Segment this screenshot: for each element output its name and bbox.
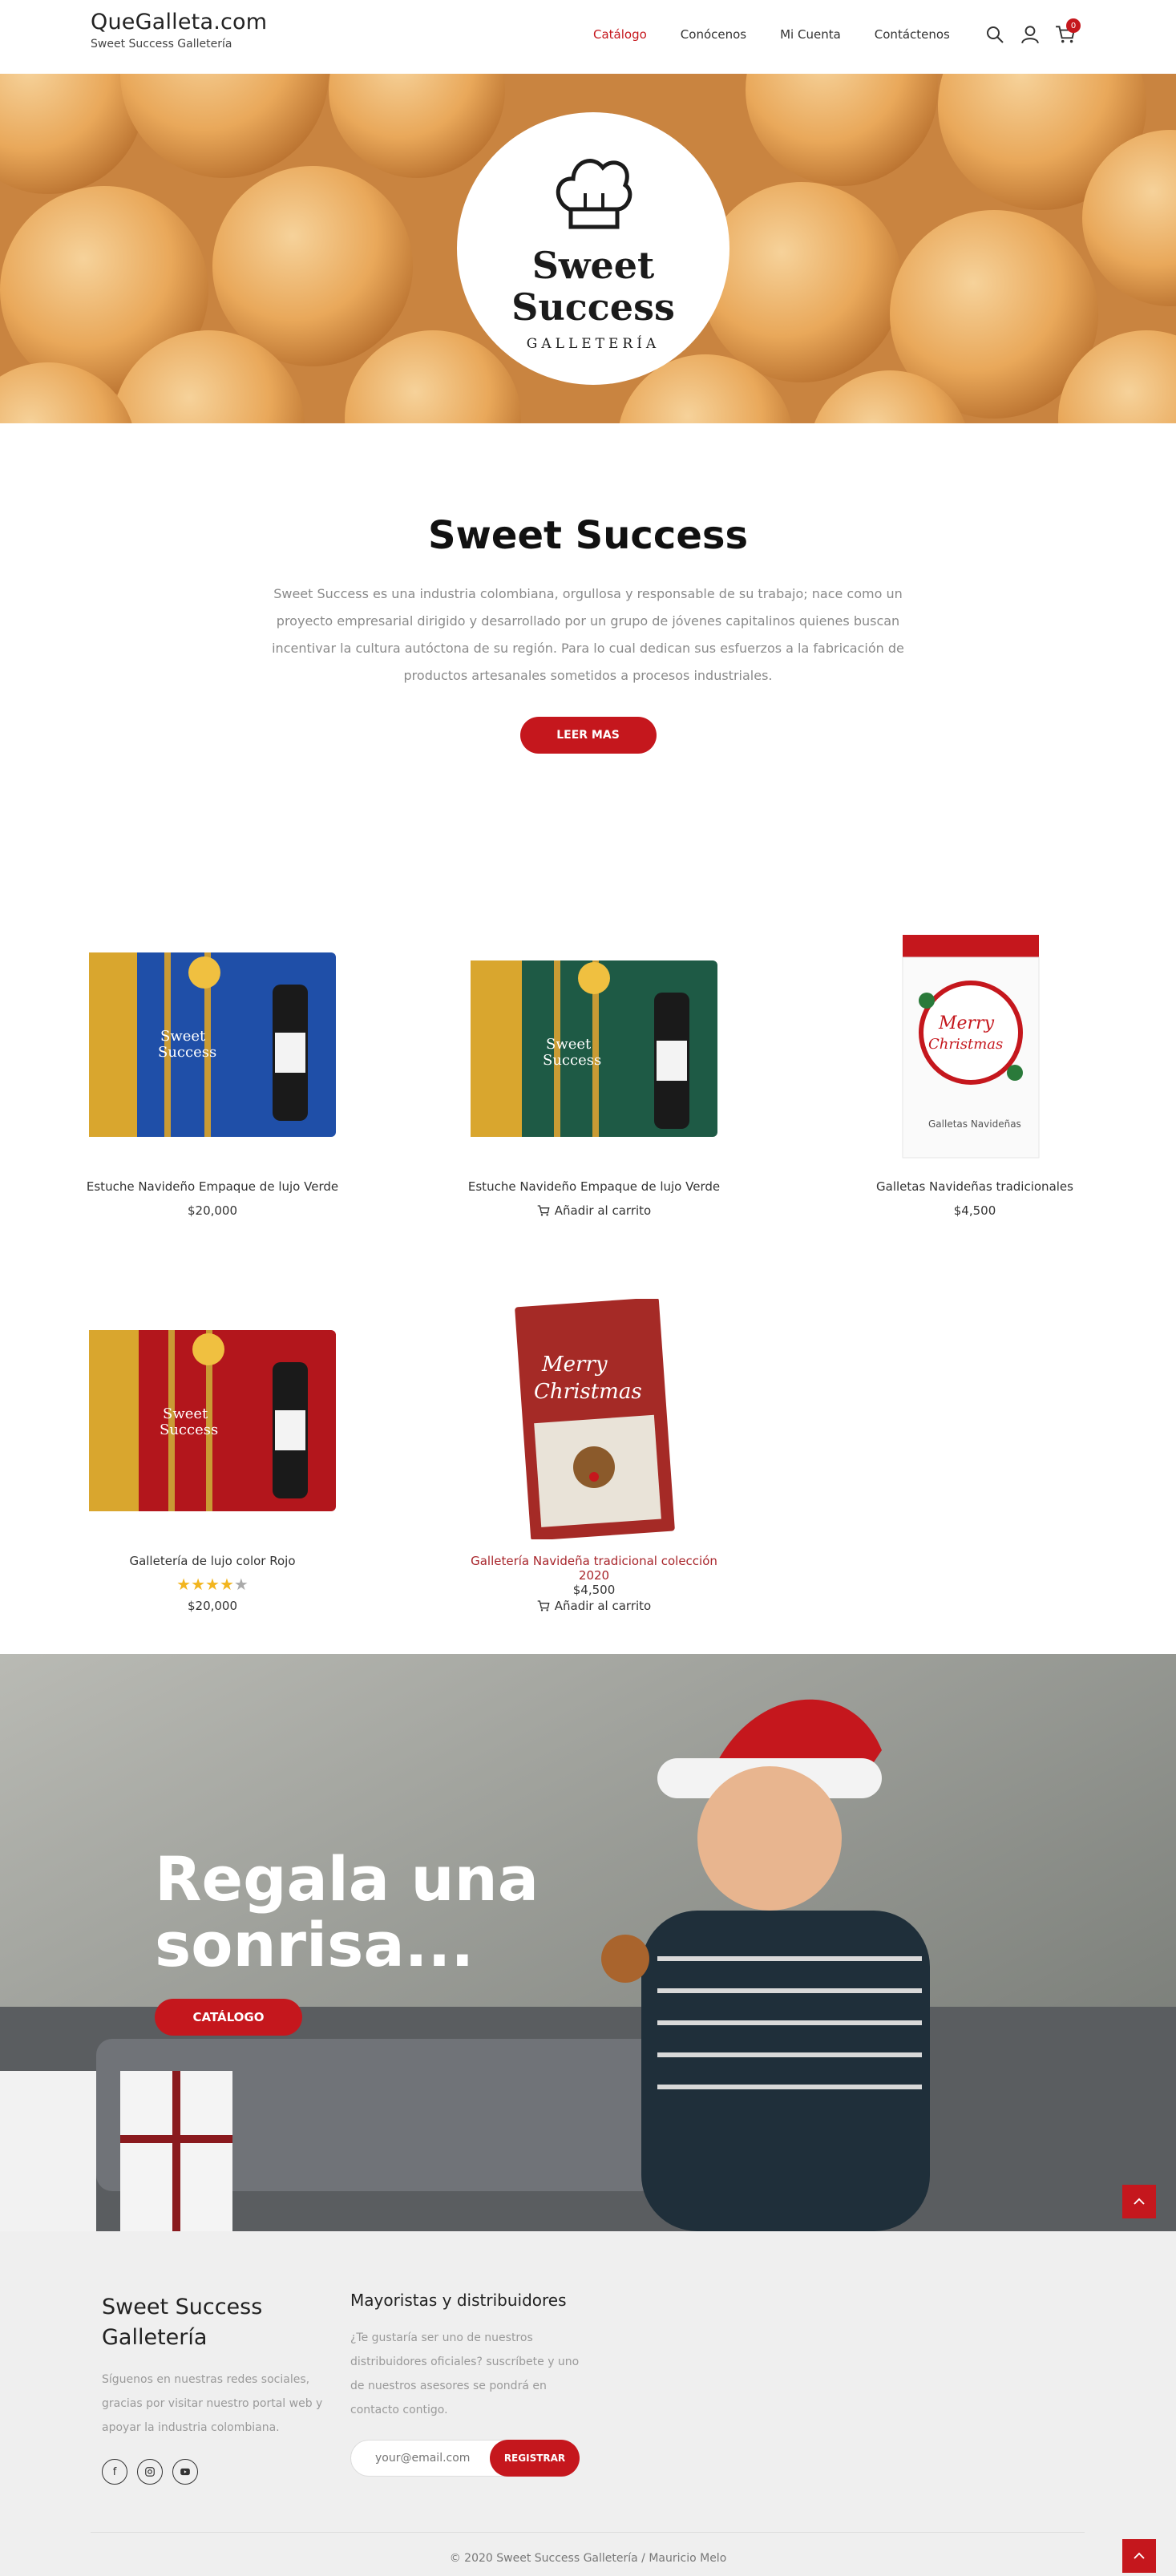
social-links: f [102,2459,334,2485]
product-card[interactable]: Merry Christmas Galletas Navideñas Galle… [843,924,1107,1218]
register-button[interactable]: REGISTRAR [490,2440,580,2477]
svg-text:Merry: Merry [938,1013,995,1033]
cart-count-badge: 0 [1066,18,1081,33]
nav-item-conocenos[interactable]: Conócenos [681,27,746,42]
banner-title-line2: sonrisa... [155,1909,475,1980]
product-name[interactable]: Estuche Navideño Empaque de lujo Verde [80,1179,345,1194]
add-to-cart-label[interactable]: Añadir al carrito [555,1203,651,1218]
scroll-to-top-button[interactable] [1122,2185,1156,2218]
about-section: Sweet Success Sweet Success es una indus… [0,423,1176,754]
product-price: $4,500 [953,1203,996,1218]
logo-text-sweet: Sweet [531,244,655,287]
nav-item-contactenos[interactable]: Contáctenos [875,27,950,42]
brand-logo: Sweet Success GALLETERÍA [457,112,729,385]
product-price: $20,000 [187,1203,238,1218]
banner-title: Regala una sonrisa... [155,1846,539,1978]
copyright-text: © 2020 Sweet Success Galletería / Mauric… [449,2552,727,2565]
chef-hat-icon [556,159,632,229]
product-image[interactable]: Merry Christmas [462,1299,726,1539]
footer-wholesale-title: Mayoristas y distribuidores [350,2291,567,2310]
site-footer: Sweet Success Galletería Síguenos en nue… [0,2231,1176,2576]
brand-title[interactable]: QueGalleta.com [91,10,267,34]
product-name[interactable]: Galletería de lujo color Rojo [80,1554,345,1568]
product-card[interactable]: Merry Christmas Galletería Navideña trad… [462,1299,726,1616]
read-more-button[interactable]: LEER MAS [519,717,657,754]
rating-stars: ★★★★★ [176,1575,249,1594]
add-to-cart-link[interactable]: Añadir al carrito [537,1203,651,1218]
nav-item-mi-cuenta[interactable]: Mi Cuenta [780,27,841,42]
product-name[interactable]: Galletería Navideña tradicional colecció… [462,1554,726,1583]
product-name[interactable]: Galletas Navideñas tradicionales [843,1179,1107,1194]
svg-text:Success: Success [158,1044,216,1061]
product-image[interactable]: Sweet Success [462,924,726,1165]
footer-about-text: Síguenos en nuestras redes sociales, gra… [102,2373,323,2434]
about-title: Sweet Success [427,513,749,558]
brand[interactable]: QueGalleta.com Sweet Success Galletería [91,10,267,51]
svg-text:Sweet: Sweet [546,1036,592,1053]
scroll-to-top-button[interactable] [1122,2539,1156,2573]
product-image[interactable]: Merry Christmas Galletas Navideñas [843,924,1107,1165]
chevron-up-icon [1134,2552,1145,2559]
svg-text:Success: Success [160,1421,218,1438]
product-card[interactable]: Sweet Success Estuche Navideño Empaque d… [462,924,726,1220]
instagram-icon[interactable] [137,2459,163,2485]
search-icon[interactable] [983,22,1007,47]
product-card[interactable]: Sweet Success Galletería de lujo color R… [80,1299,345,1613]
product-image[interactable]: Sweet Success [80,924,345,1165]
logo-text-galleteria: GALLETERÍA [526,336,661,352]
chevron-up-icon [1134,2198,1145,2205]
footer-brand-title: Sweet Success Galletería [102,2295,263,2350]
footer-about: Sweet Success Galletería Síguenos en nue… [102,2292,334,2485]
cart-icon [537,1205,550,1216]
banner-title-line1: Regala una [155,1843,540,1915]
youtube-icon[interactable] [172,2459,198,2485]
facebook-icon[interactable]: f [102,2459,127,2485]
footer-divider [91,2532,1085,2533]
cart-icon [537,1600,550,1612]
svg-text:Galletas Navideñas: Galletas Navideñas [928,1118,1021,1130]
add-to-cart-label[interactable]: Añadir al carrito [555,1599,651,1613]
subscribe-form: REGISTRAR [350,2440,580,2477]
product-price: $20,000 [187,1599,238,1613]
main-nav: Catálogo Conócenos Mi Cuenta Contáctenos [593,27,984,42]
nav-item-catalogo[interactable]: Catálogo [593,27,647,42]
footer-wholesale-text: ¿Te gustaría ser uno de nuestros distrib… [350,2331,580,2416]
product-card[interactable]: Sweet Success Estuche Navideño Empaque d… [80,924,345,1218]
promo-banner: Regala una sonrisa... CATÁLOGO [0,1654,1176,2231]
svg-text:Christmas: Christmas [534,1380,642,1404]
logo-text-success: Success [511,285,675,329]
header-icons: 0 [983,18,1081,47]
add-to-cart-link[interactable]: Añadir al carrito [537,1599,651,1613]
catalog-button[interactable]: CATÁLOGO [155,1999,302,2036]
user-icon[interactable] [1018,22,1042,47]
svg-text:Sweet: Sweet [163,1405,208,1422]
site-header: QueGalleta.com Sweet Success Galletería … [0,0,1176,72]
svg-text:Christmas: Christmas [928,1036,1003,1053]
about-text: Sweet Success es una industria colombian… [272,586,904,683]
product-name[interactable]: Estuche Navideño Empaque de lujo Verde [462,1179,726,1194]
brand-subtitle: Sweet Success Galletería [91,38,232,51]
footer-wholesale: Mayoristas y distribuidores ¿Te gustaría… [350,2291,583,2477]
product-price: $4,500 [572,1583,616,1597]
svg-text:Success: Success [543,1052,601,1069]
product-image[interactable]: Sweet Success [80,1299,345,1539]
cart-icon[interactable]: 0 [1053,18,1081,47]
svg-text:Merry: Merry [541,1353,608,1377]
hero-banner: Sweet Success GALLETERÍA [0,74,1176,423]
svg-text:Sweet: Sweet [160,1028,206,1045]
